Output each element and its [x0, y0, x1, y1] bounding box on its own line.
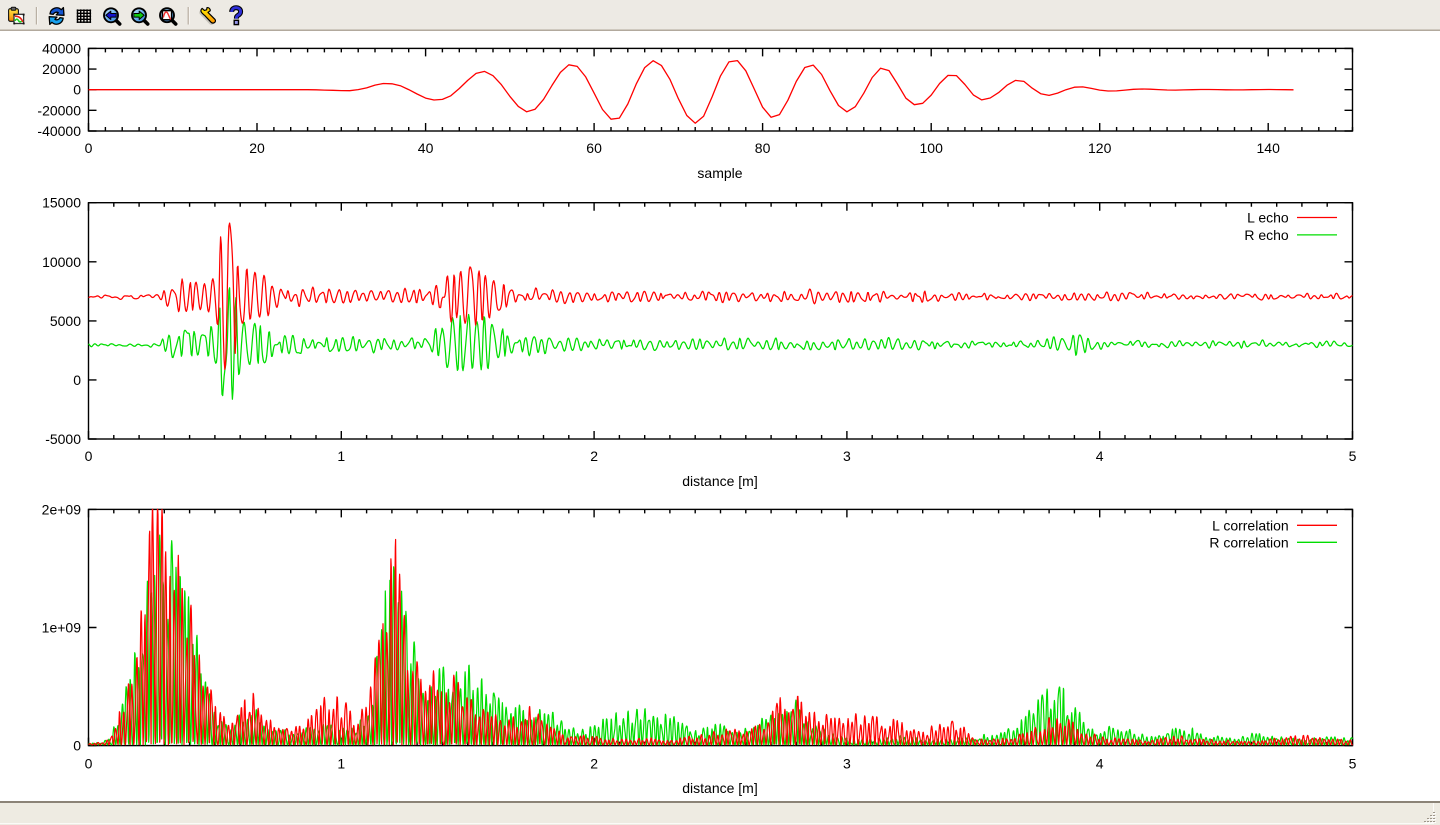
svg-text:2e+09: 2e+09	[42, 501, 82, 517]
svg-text:sample: sample	[697, 165, 742, 181]
svg-text:0: 0	[73, 738, 81, 754]
svg-text:1: 1	[337, 755, 345, 771]
svg-text:R echo: R echo	[1244, 227, 1289, 243]
svg-text:distance [m]: distance [m]	[682, 780, 757, 796]
svg-text:5000: 5000	[50, 313, 81, 329]
svg-text:120: 120	[1088, 140, 1112, 156]
svg-text:0: 0	[73, 372, 81, 388]
svg-text:80: 80	[755, 140, 771, 156]
svg-text:100: 100	[920, 140, 944, 156]
svg-text:5: 5	[1349, 448, 1357, 464]
svg-text:60: 60	[586, 140, 602, 156]
svg-text:20: 20	[249, 140, 265, 156]
svg-text:R correlation: R correlation	[1209, 534, 1288, 550]
svg-text:-5000: -5000	[45, 431, 81, 447]
svg-text:0: 0	[73, 82, 81, 98]
svg-text:2: 2	[590, 755, 598, 771]
svg-text:0: 0	[85, 140, 93, 156]
svg-text:1: 1	[337, 448, 345, 464]
svg-text:distance [m]: distance [m]	[682, 473, 757, 489]
svg-text:-40000: -40000	[37, 123, 81, 139]
svg-text:0: 0	[85, 448, 93, 464]
svg-text:1e+09: 1e+09	[42, 620, 82, 636]
svg-text:3: 3	[843, 755, 851, 771]
svg-text:10000: 10000	[42, 254, 81, 270]
svg-text:4: 4	[1096, 755, 1104, 771]
svg-text:L echo: L echo	[1247, 210, 1289, 226]
svg-text:4: 4	[1096, 448, 1104, 464]
svg-text:5: 5	[1349, 755, 1357, 771]
svg-text:0: 0	[85, 755, 93, 771]
svg-text:40: 40	[418, 140, 434, 156]
svg-text:140: 140	[1257, 140, 1281, 156]
svg-text:3: 3	[843, 448, 851, 464]
svg-text:40000: 40000	[42, 40, 81, 56]
svg-text:L correlation: L correlation	[1212, 517, 1289, 533]
svg-text:15000: 15000	[42, 195, 81, 211]
svg-text:20000: 20000	[42, 61, 81, 77]
svg-text:-20000: -20000	[37, 102, 81, 118]
svg-text:2: 2	[590, 448, 598, 464]
